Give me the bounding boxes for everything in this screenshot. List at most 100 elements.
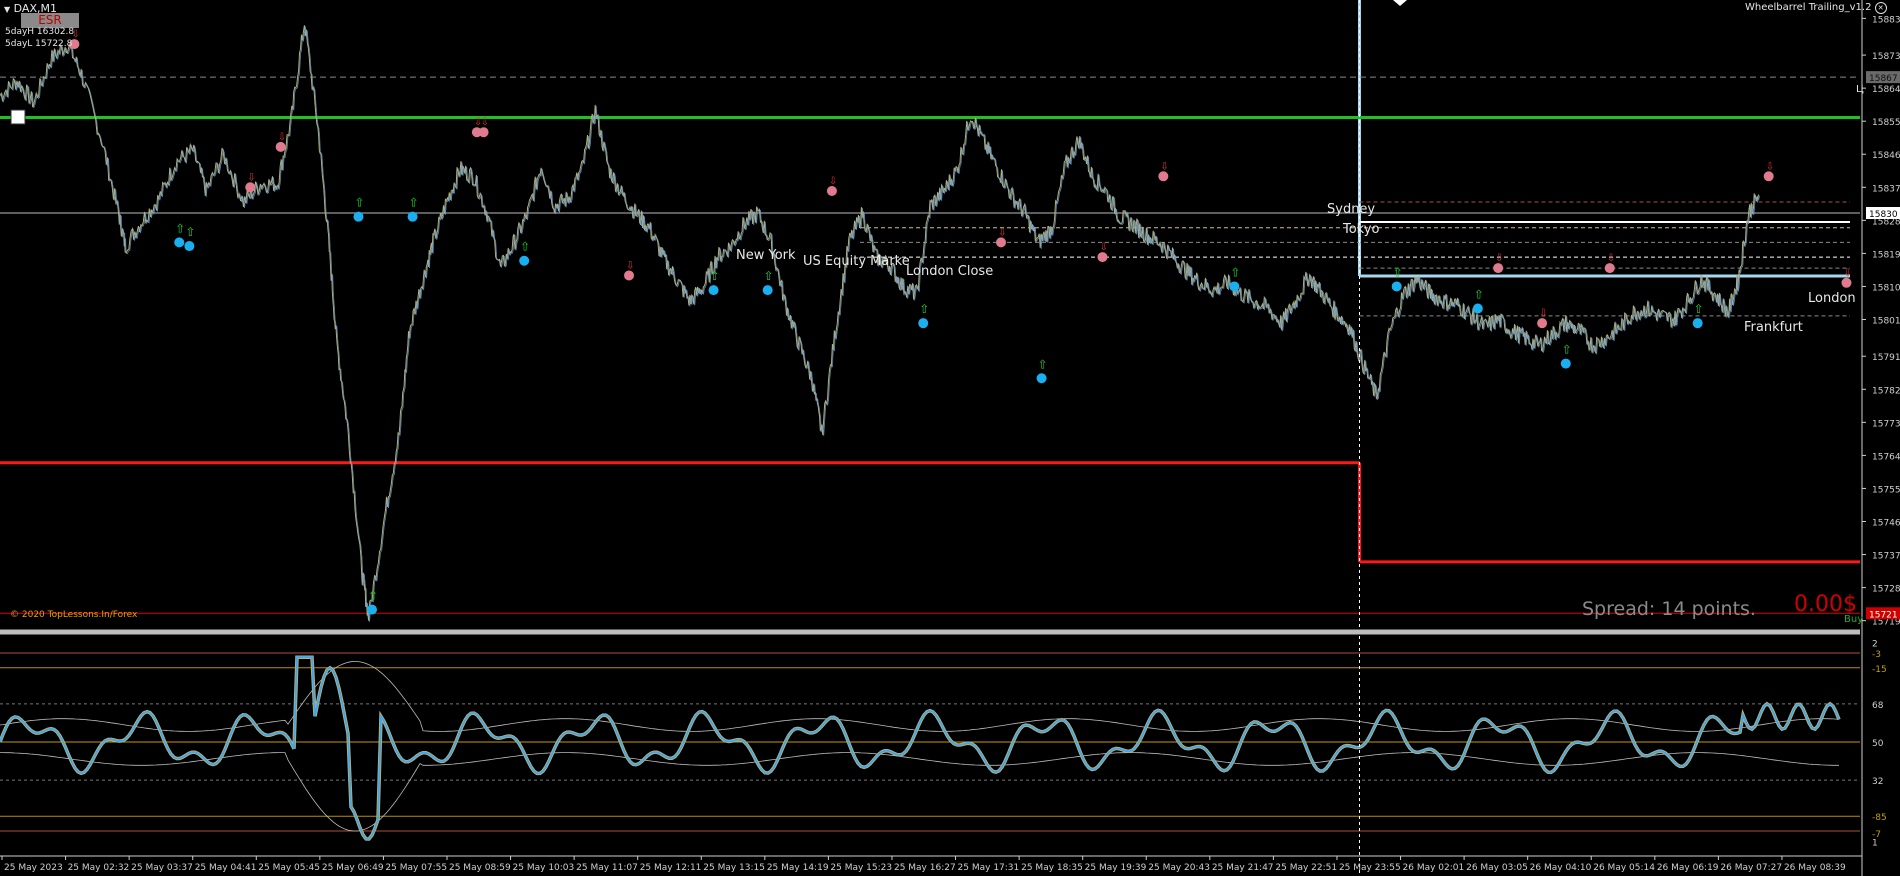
buy-arrow-icon: ⇧: [1562, 343, 1572, 357]
session-frankfurt: Frankfurt: [1744, 320, 1803, 335]
time-tick-label: 25 May 21:47: [1212, 863, 1274, 873]
time-tick-label: 26 May 07:27: [1720, 863, 1782, 873]
time-tick-label: 25 May 03:37: [131, 863, 193, 873]
time-tick-label: 25 May 2023: [4, 863, 63, 873]
sell-arrow-icon: ⇩: [829, 176, 837, 187]
time-tick-label: 25 May 02:32: [68, 863, 130, 873]
time-tick-label: 25 May 07:55: [385, 863, 447, 873]
time-tick-label: 25 May 05:45: [258, 863, 320, 873]
time-tick-label: 25 May 11:07: [576, 863, 638, 873]
buy-signal-dot[interactable]: [519, 255, 530, 266]
time-tick-label: 25 May 22:51: [1275, 863, 1337, 873]
time-tick-label: 26 May 03:05: [1466, 863, 1528, 873]
time-tick-label: 25 May 19:39: [1085, 863, 1147, 873]
price-badge-upper: 15867: [1869, 74, 1898, 84]
buy-signal-dot[interactable]: [918, 318, 929, 329]
copyright-label: © 2020 TopLessons.In/Forex: [10, 610, 138, 620]
time-tick-label: 25 May 06:49: [322, 863, 384, 873]
price-tick-label: 15864: [1872, 85, 1900, 95]
price-badge-lower: 15721: [1869, 610, 1898, 620]
buy-signal-dot[interactable]: [353, 211, 364, 222]
buy-signal-dot[interactable]: [1560, 358, 1571, 369]
osc-axis-label: 32: [1872, 777, 1883, 787]
osc-axis-label: 1: [1872, 839, 1878, 849]
session-tokyo: Tokyo: [1343, 222, 1380, 237]
five-day-high-label: 5dayH 16302.8: [5, 27, 75, 37]
buy-arrow-icon: ⇧: [710, 269, 720, 283]
price-tick-label: 15837: [1872, 184, 1900, 194]
price-tick-label: 15728: [1872, 585, 1900, 595]
buy-signal-dot[interactable]: [407, 211, 418, 222]
price-tick-label: 15873: [1872, 52, 1900, 62]
sell-signal-dot[interactable]: [275, 141, 286, 152]
sell-signal-dot[interactable]: [478, 127, 489, 138]
buy-arrow-icon: ⇧: [1694, 302, 1704, 316]
osc-axis-label: -15: [1872, 665, 1887, 675]
time-tick-label: 25 May 16:27: [894, 863, 956, 873]
entry-marker-icon[interactable]: [10, 109, 26, 125]
sell-signal-dot[interactable]: [1841, 277, 1852, 288]
price-tick-label: 15855: [1872, 118, 1900, 128]
sell-signal-dot[interactable]: [1158, 171, 1169, 182]
price-tick-label: 15773: [1872, 419, 1900, 429]
sell-signal-dot[interactable]: [1763, 171, 1774, 182]
sell-signal-dot[interactable]: [1097, 252, 1108, 263]
spread-label: Spread: 14 points.: [1582, 598, 1756, 620]
buy-arrow-icon: ⇧: [919, 302, 929, 316]
time-tick-label: 25 May 08:59: [449, 863, 511, 873]
sell-arrow-icon: ⇩: [481, 117, 489, 128]
time-tick-label: 26 May 08:39: [1784, 863, 1846, 873]
time-tick-label: 25 May 20:43: [1148, 863, 1210, 873]
session-sydney: Sydney: [1327, 202, 1376, 217]
close-icon[interactable]: ✕: [1874, 2, 1887, 14]
session-london-close: London Close: [906, 264, 994, 279]
sell-signal-dot[interactable]: [624, 270, 635, 281]
buy-signal-dot[interactable]: [1036, 373, 1047, 384]
osc-axis-label: 68: [1872, 701, 1884, 711]
esr-badge[interactable]: ESR: [21, 13, 79, 28]
buy-signal-dot[interactable]: [174, 237, 185, 248]
buy-arrow-icon: ⇧: [368, 589, 378, 603]
buy-signal-dot[interactable]: [1391, 281, 1402, 292]
buy-arrow-icon: ⇧: [354, 196, 364, 210]
indicator-name: Wheelbarrel Trailing_v1.2: [1745, 2, 1872, 13]
buy-arrow-icon: ⇧: [409, 196, 419, 210]
sell-signal-dot[interactable]: [996, 237, 1007, 248]
price-tick-label: 15819: [1872, 250, 1900, 260]
buy-signal-dot[interactable]: [708, 285, 719, 296]
buy-arrow-icon: ⇧: [1474, 287, 1484, 301]
buy-signal-dot[interactable]: [1692, 318, 1703, 329]
sell-arrow-icon: ⇩: [1160, 161, 1168, 172]
time-tick-label: 25 May 18:35: [1021, 863, 1083, 873]
sell-signal-dot[interactable]: [1493, 263, 1504, 274]
price-tick-label: 15883: [1872, 15, 1900, 25]
osc-axis-label: 50: [1872, 739, 1884, 749]
sell-signal-dot[interactable]: [1537, 318, 1548, 329]
buy-arrow-icon: ⇧: [1393, 265, 1403, 279]
buy-signal-dot[interactable]: [367, 604, 377, 615]
price-tick-label: 15801: [1872, 317, 1900, 327]
buy-arrow-icon: ⇧: [1038, 357, 1048, 371]
price-tick-label: 15755: [1872, 485, 1900, 495]
dropdown-triangle-icon[interactable]: ▼: [4, 5, 10, 14]
sell-signal-dot[interactable]: [245, 182, 256, 193]
side-label: Buy: [1844, 614, 1864, 625]
session-new-york: New York: [736, 248, 796, 263]
buy-signal-dot[interactable]: [184, 241, 195, 252]
buy-signal-dot[interactable]: [762, 285, 773, 296]
time-tick-label: 25 May 12:11: [640, 863, 702, 873]
time-tick-label: 26 May 05:14: [1593, 863, 1655, 873]
sell-arrow-icon: ⇩: [1539, 308, 1547, 319]
price-chart-svg[interactable]: ⇧⇧⇧⇧ ⇧⇧⇧ ⇧⇧⇧⇧ ⇧⇧⇧⇧⇩⇩⇩⇩⇩⇩⇩⇩⇩⇩⇩⇩⇩⇩⇩ 158831587…: [0, 0, 1900, 876]
buy-signal-dot[interactable]: [1229, 281, 1240, 292]
sell-arrow-icon: ⇩: [1495, 253, 1503, 264]
time-tick-label: 25 May 13:15: [703, 863, 765, 873]
sell-signal-dot[interactable]: [826, 185, 837, 196]
sell-signal-dot[interactable]: [1604, 263, 1615, 274]
buy-arrow-icon: ⇧: [520, 240, 530, 254]
price-tick-label: 15791: [1872, 353, 1900, 363]
price-badge-current: 15830: [1869, 210, 1898, 220]
buy-signal-dot[interactable]: [1472, 303, 1483, 314]
sell-arrow-icon: ⇩: [1843, 268, 1851, 279]
price-tick-label: 15737: [1872, 552, 1900, 562]
